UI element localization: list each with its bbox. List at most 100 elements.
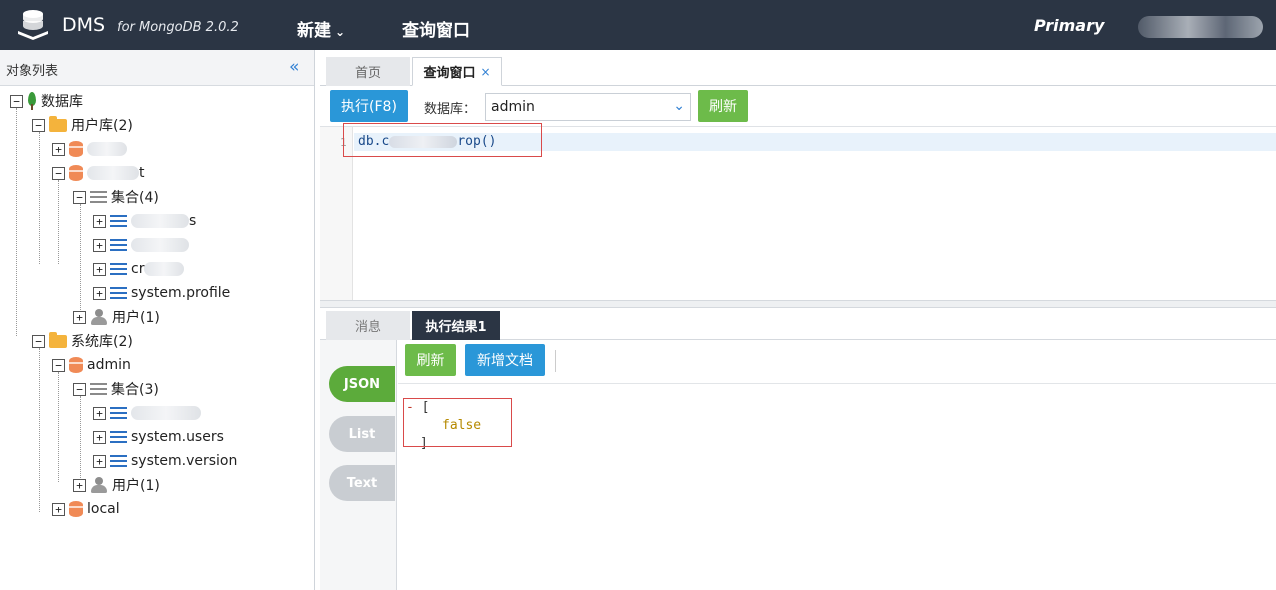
- object-list-panel: 对象列表 « − 数据库 − 用户库(2) + − t − 集合(4) + s …: [0, 50, 315, 590]
- tab-result-1[interactable]: 执行结果1: [412, 311, 500, 340]
- tree-label: local: [87, 501, 120, 517]
- folder-open-icon: [49, 115, 67, 132]
- redacted-name: [131, 406, 201, 420]
- expand-toggle-icon[interactable]: +: [52, 502, 65, 516]
- pane-splitter[interactable]: [320, 300, 1276, 308]
- view-mode-json[interactable]: JSON: [329, 366, 395, 402]
- collapse-toggle-icon[interactable]: −: [32, 334, 45, 348]
- tree-node-system-version[interactable]: + system.version: [93, 450, 237, 472]
- collapse-toggle-icon[interactable]: −: [52, 166, 65, 180]
- folder-open-icon: [49, 331, 67, 348]
- expand-toggle-icon[interactable]: +: [73, 310, 86, 324]
- mongodb-leaf-icon: [27, 92, 37, 110]
- collapse-toggle-icon[interactable]: −: [10, 94, 23, 108]
- tree-node-collections-4[interactable]: − 集合(4): [73, 186, 159, 208]
- tree-node-admin-users[interactable]: + 用户(1): [73, 474, 160, 496]
- tree-node-local[interactable]: + local: [52, 498, 120, 520]
- collection-icon: [110, 263, 127, 275]
- database-select-value: admin: [491, 99, 535, 115]
- user-account-redacted[interactable]: [1138, 16, 1263, 38]
- tree-label: 集合(4): [111, 190, 159, 206]
- collection-icon: [110, 431, 127, 443]
- redacted-name: [144, 262, 185, 276]
- view-mode-sidebar: JSON List Text: [320, 340, 397, 590]
- refresh-button[interactable]: 刷新: [698, 90, 748, 122]
- result-toolbar: 刷新 新增文档: [398, 340, 1276, 384]
- tree-node-system-profile[interactable]: + system.profile: [93, 282, 230, 304]
- nav-query-window[interactable]: 查询窗口: [402, 16, 470, 41]
- tree-label: cr: [131, 261, 145, 277]
- app-version: for MongoDB 2.0.2: [117, 20, 239, 35]
- tree-node-admin[interactable]: − admin: [52, 354, 131, 376]
- top-header: DMS for MongoDB 2.0.2 新建 ⌄ 查询窗口 Primary: [0, 0, 1276, 50]
- tab-home[interactable]: 首页: [326, 57, 410, 86]
- collapse-panel-icon[interactable]: «: [289, 57, 299, 77]
- tree-node-databases[interactable]: − 数据库: [10, 90, 83, 112]
- tree-label: 数据库: [41, 94, 83, 110]
- redacted-name: [131, 238, 189, 252]
- view-mode-list[interactable]: List: [329, 416, 395, 452]
- tree-node-collection-3[interactable]: + cr: [93, 258, 185, 280]
- database-icon: [69, 357, 83, 373]
- expand-toggle-icon[interactable]: +: [73, 478, 86, 492]
- result-refresh-button[interactable]: 刷新: [405, 344, 456, 376]
- expand-toggle-icon[interactable]: +: [52, 142, 65, 156]
- collapse-toggle-icon[interactable]: −: [32, 118, 45, 132]
- tree-label: 用户(1): [112, 310, 160, 326]
- result-tabs: 消息 执行结果1: [320, 309, 1276, 340]
- execute-button[interactable]: 执行(F8): [330, 90, 408, 122]
- database-icon: [69, 141, 83, 157]
- tree-node-user-dbs[interactable]: − 用户库(2): [32, 114, 133, 136]
- object-list-header: 对象列表 «: [0, 50, 314, 86]
- toolbar-separator: [555, 350, 556, 372]
- tree-node-admin-collection-1[interactable]: +: [93, 402, 201, 424]
- expand-toggle-icon[interactable]: +: [93, 238, 106, 252]
- tree-node-db-redacted-1[interactable]: +: [52, 138, 127, 160]
- tree-label: 系统库(2): [71, 334, 133, 350]
- database-icon: [69, 501, 83, 517]
- tree-node-system-dbs[interactable]: − 系统库(2): [32, 330, 133, 352]
- user-icon: [90, 309, 108, 325]
- collection-icon: [110, 407, 127, 419]
- expand-toggle-icon[interactable]: +: [93, 454, 106, 468]
- redacted-name: [87, 166, 139, 180]
- object-list-title: 对象列表: [6, 64, 59, 79]
- expand-toggle-icon[interactable]: +: [93, 286, 106, 300]
- database-select[interactable]: admin ⌄: [485, 93, 691, 121]
- collection-icon: [110, 239, 127, 251]
- collapse-toggle-icon[interactable]: −: [52, 358, 65, 372]
- close-icon[interactable]: ×: [480, 65, 490, 79]
- tree-node-db-redacted-2[interactable]: − t: [52, 162, 145, 184]
- highlight-box-result: [403, 398, 512, 447]
- tree-node-system-users[interactable]: + system.users: [93, 426, 224, 448]
- replica-role: Primary: [1034, 16, 1105, 35]
- query-toolbar: 执行(F8) 数据库： admin ⌄ 刷新: [320, 86, 1276, 126]
- tree-label: s: [189, 213, 197, 229]
- tree-node-collection-1[interactable]: + s: [93, 210, 196, 232]
- tree-label: 用户库(2): [71, 118, 133, 134]
- tree-node-users-1[interactable]: + 用户(1): [73, 306, 160, 328]
- view-mode-text[interactable]: Text: [329, 465, 395, 501]
- tree-node-collections-3[interactable]: − 集合(3): [73, 378, 159, 400]
- expand-toggle-icon[interactable]: +: [93, 214, 106, 228]
- expand-toggle-icon[interactable]: +: [93, 262, 106, 276]
- tab-query-window[interactable]: 查询窗口 ×: [412, 57, 502, 86]
- nav-new-menu[interactable]: 新建 ⌄: [297, 16, 345, 41]
- collapse-toggle-icon[interactable]: −: [73, 382, 86, 396]
- expand-toggle-icon[interactable]: +: [93, 406, 106, 420]
- add-document-button[interactable]: 新增文档: [465, 344, 545, 376]
- tab-messages[interactable]: 消息: [326, 311, 410, 340]
- expand-toggle-icon[interactable]: +: [93, 430, 106, 444]
- redacted-name: [87, 142, 127, 156]
- tree-label: 集合(3): [111, 382, 159, 398]
- collection-icon: [110, 287, 127, 299]
- tree-node-collection-2[interactable]: +: [93, 234, 189, 256]
- app-name: DMS: [62, 14, 106, 36]
- document-tabs: 首页 查询窗口 ×: [320, 54, 1276, 86]
- database-logo-icon: [18, 10, 48, 40]
- collapse-toggle-icon[interactable]: −: [73, 190, 86, 204]
- tree-label: t: [139, 165, 145, 181]
- collection-icon: [110, 455, 127, 467]
- highlight-box-command: [343, 123, 542, 157]
- nav-new-label: 新建: [297, 21, 331, 41]
